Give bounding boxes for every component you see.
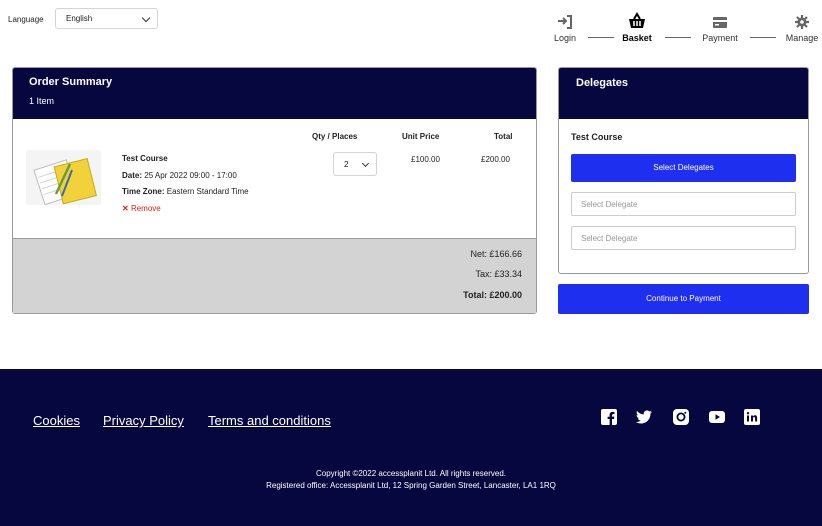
step-label: Login (553, 33, 577, 43)
total-header: Total (494, 132, 513, 141)
quantity-select[interactable]: 2 (333, 152, 377, 176)
twitter-icon[interactable] (636, 409, 652, 425)
step-connector (750, 37, 776, 38)
course-thumbnail (26, 150, 101, 205)
footer: Cookies Privacy Policy Terms and conditi… (0, 369, 822, 526)
cookies-link[interactable]: Cookies (33, 413, 80, 428)
step-login[interactable]: Login (552, 14, 578, 43)
unit-price: £100.00 (411, 155, 440, 164)
chevron-down-icon (361, 159, 370, 168)
login-icon (558, 15, 572, 29)
privacy-policy-link[interactable]: Privacy Policy (103, 413, 184, 428)
step-label: Payment (702, 33, 738, 43)
delegates-header: Delegates (559, 68, 808, 119)
delegate-course-name: Test Course (571, 132, 623, 142)
delegate-select-2[interactable]: Select Delegate (571, 226, 796, 250)
copyright-text: Copyright ©2022 accessplanit Ltd. All ri… (316, 469, 506, 478)
totals-section: Net: £166.66 Tax: £33.34 Total: £200.00 (13, 238, 536, 313)
step-connector (665, 37, 691, 38)
select-delegates-button[interactable]: Select Delegates (571, 154, 796, 182)
qty-header: Qty / Places (312, 132, 358, 141)
language-label: Language (8, 15, 44, 24)
step-label: Manage (785, 33, 819, 43)
net-total: Net: £166.66 (470, 249, 522, 259)
course-timezone: Time Zone: Eastern Standard Time (122, 187, 249, 196)
basket-icon (629, 12, 645, 28)
payment-card-icon (713, 17, 727, 28)
youtube-icon[interactable] (709, 409, 725, 425)
step-connector (588, 37, 614, 38)
step-payment[interactable]: Payment (698, 14, 742, 43)
gear-icon (795, 15, 809, 29)
language-select[interactable]: English (55, 8, 158, 29)
course-name: Test Course (122, 154, 168, 163)
language-value: English (66, 14, 93, 23)
close-icon: ✕ (122, 204, 129, 213)
registered-office-text: Registered office: Accessplanit Ltd, 12 … (266, 481, 556, 490)
item-count: 1 Item (29, 96, 55, 106)
order-summary-title: Order Summary (29, 76, 113, 88)
linkedin-icon[interactable] (744, 409, 760, 425)
instagram-icon[interactable] (673, 409, 689, 425)
chevron-down-icon (141, 13, 151, 23)
delegates-title: Delegates (576, 77, 628, 89)
line-total: £200.00 (481, 155, 510, 164)
remove-link[interactable]: ✕ Remove (122, 204, 161, 213)
order-summary-header: Order Summary 1 Item (13, 68, 536, 119)
tax-total: Tax: £33.34 (475, 269, 522, 279)
course-date: Date: 25 Apr 2022 09:00 - 17:00 (122, 171, 237, 180)
grand-total: Total: £200.00 (463, 290, 522, 300)
step-label: Basket (622, 33, 652, 43)
step-basket[interactable]: Basket (619, 12, 655, 43)
facebook-icon[interactable] (601, 409, 617, 425)
continue-to-payment-button[interactable]: Continue to Payment (558, 284, 809, 314)
unit-price-header: Unit Price (402, 132, 440, 141)
delegate-select-1[interactable]: Select Delegate (571, 192, 796, 216)
step-manage[interactable]: Manage (784, 14, 820, 43)
terms-link[interactable]: Terms and conditions (208, 413, 331, 428)
